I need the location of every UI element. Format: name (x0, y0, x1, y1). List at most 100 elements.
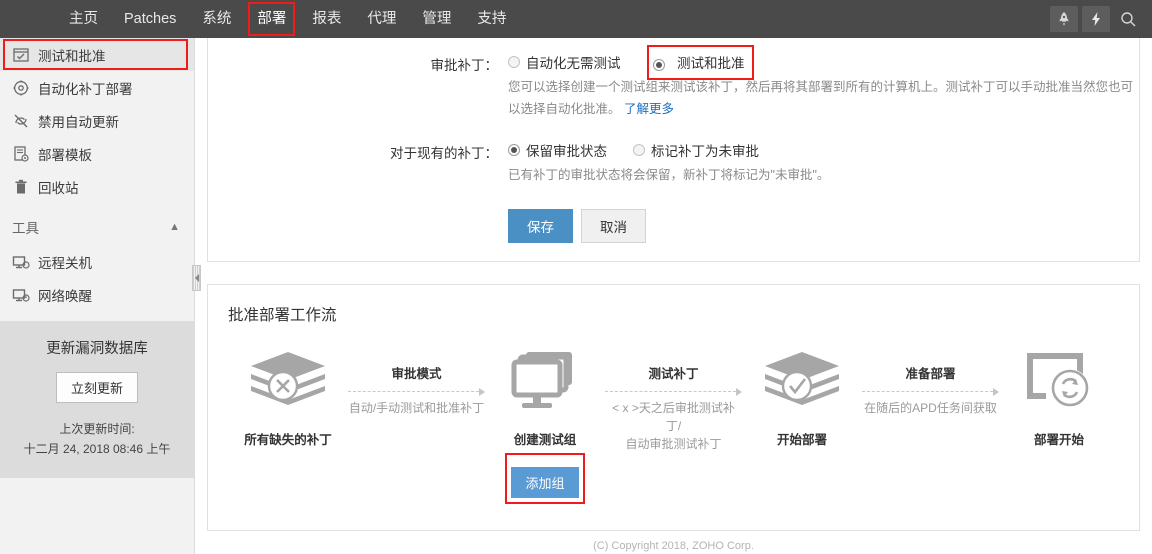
connector-sub: < x >天之后审批测试补丁/ 自动审批测试补丁 (612, 400, 735, 451)
approval-settings-card: 审批补丁： 自动化无需测试 测试和批准 您可以选择创建一个测试组来测试该补丁，然… (207, 38, 1140, 262)
workflow-node-label: 所有缺失的补丁 (244, 432, 332, 447)
rocket-icon[interactable] (1050, 6, 1078, 32)
vulnerability-db-panel: 更新漏洞数据库 立刻更新 上次更新时间: 十二月 24, 2018 08:46 … (0, 321, 194, 478)
sidebar-item-4[interactable]: 回收站 (0, 170, 194, 203)
workflow-card: 批准部署工作流 所有缺失的补丁 审批模式 自动/手动测试和批准补丁 创建测试组 … (207, 283, 1140, 531)
nav-items: 主页 Patches 系统 部署 报表 代理 管理 支持 (56, 0, 519, 38)
sidebar-item-label: 测试和批准 (38, 48, 106, 64)
sidebar-item-2[interactable]: 禁用自动更新 (0, 104, 194, 137)
last-update-block: 上次更新时间: 十二月 24, 2018 08:46 上午 (10, 419, 184, 460)
learn-more-link[interactable]: 了解更多 (624, 102, 674, 116)
workflow-diagram: 所有缺失的补丁 审批模式 自动/手动测试和批准补丁 创建测试组 添加组 测试补丁 … (228, 347, 1119, 504)
workflow-node-label: 部署开始 (1033, 432, 1084, 447)
nav-item-2[interactable]: 系统 (189, 0, 244, 38)
workflow-node-2: 开始部署 (742, 347, 862, 449)
approve-patches-label: 审批补丁： (430, 58, 499, 73)
workflow-node-label: 开始部署 (776, 432, 827, 447)
existing-patches-options: 保留审批状态 标记补丁为未审批 (508, 139, 1139, 161)
nav-item-6[interactable]: 管理 (409, 0, 464, 38)
radio-test-and-approve[interactable] (652, 58, 665, 71)
arrow-right-icon (348, 387, 485, 397)
nav-item-7[interactable]: 支持 (464, 0, 519, 38)
chevron-up-icon: ▲ (169, 221, 180, 233)
monitor-sync-icon (1016, 347, 1102, 421)
nav-item-5[interactable]: 代理 (354, 0, 409, 38)
connector-title: 准备部署 (905, 366, 956, 381)
last-update-value: 十二月 24, 2018 08:46 上午 (23, 442, 171, 457)
update-now-button[interactable]: 立刻更新 (55, 372, 138, 403)
approve-patches-row: 审批补丁： 自动化无需测试 测试和批准 您可以选择创建一个测试组来测试该补丁，然… (208, 44, 1139, 121)
radio-auto-no-test[interactable] (508, 56, 520, 68)
workflow-title: 批准部署工作流 (228, 306, 337, 324)
save-button[interactable]: 保存 (508, 208, 573, 243)
sidebar-item-label: 自动化补丁部署 (38, 81, 133, 97)
form-button-row: 保存 取消 (208, 208, 1139, 243)
radio-mark-unapproved-label[interactable]: 标记补丁为未审批 (651, 140, 759, 160)
radio-retain-status[interactable] (508, 143, 520, 156)
top-navigation-bar: 主页 Patches 系统 部署 报表 代理 管理 支持 (0, 0, 1152, 38)
workflow-node-3: 部署开始 (999, 347, 1119, 449)
monitor-wake-icon (12, 286, 34, 304)
approve-patches-field: 自动化无需测试 测试和批准 您可以选择创建一个测试组来测试该补丁，然后再将其部署… (498, 44, 1139, 121)
lightning-icon[interactable] (1082, 6, 1110, 32)
monitor-stack-icon (502, 347, 588, 421)
radio-test-and-approve-label[interactable]: 测试和批准 (677, 56, 745, 71)
nav-item-1[interactable]: Patches (111, 0, 189, 38)
no-refresh-icon (12, 112, 34, 130)
workflow-connector-2: 准备部署 在随后的APD任务间获取 (862, 347, 999, 417)
connector-sub: 在随后的APD任务间获取 (864, 400, 997, 415)
nav-item-0[interactable]: 主页 (56, 0, 111, 38)
existing-patches-help: 已有补丁的审批状态将会保留，新补丁将标记为"未审批"。 (508, 167, 830, 182)
radio-auto-no-test-label[interactable]: 自动化无需测试 (526, 52, 621, 72)
nav-right-icons (1050, 6, 1152, 32)
footer-copyright: (C) Copyright 2018, ZOHO Corp. (593, 540, 754, 552)
sidebar-item-0[interactable]: 测试和批准 (0, 38, 194, 71)
connector-sub: 自动/手动测试和批准补丁 (348, 400, 485, 415)
approve-patches-help: 您可以选择创建一个测试组来测试该补丁，然后再将其部署到所有的计算机上。测试补丁可… (508, 77, 1138, 121)
app-root: 主页 Patches 系统 部署 报表 代理 管理 支持 测试和批准 自动化补丁… (0, 0, 1152, 554)
add-group-button[interactable]: 添加组 (511, 466, 579, 498)
nav-item-4[interactable]: 报表 (299, 0, 354, 38)
sidebar-group-tools[interactable]: 工具 ▲ (0, 209, 194, 245)
arrow-right-icon (605, 387, 742, 397)
cancel-button[interactable]: 取消 (581, 208, 646, 243)
sidebar-item-1[interactable]: 自动化补丁部署 (0, 71, 194, 104)
document-gear-icon (12, 145, 34, 163)
add-group-highlight: 添加组 (505, 452, 585, 504)
nav-item-3[interactable]: 部署 (244, 0, 299, 38)
radio-test-approve-highlight: 测试和批准 (646, 44, 755, 80)
sidebar-items: 测试和批准 自动化补丁部署 禁用自动更新 部署模板 回收站 (0, 38, 194, 203)
connector-title: 审批模式 (391, 366, 442, 381)
workflow-node-1: 创建测试组 添加组 (485, 347, 605, 504)
sidebar-tool-label: 远程关机 (38, 255, 92, 271)
sidebar-collapse-handle[interactable] (192, 265, 201, 291)
main-content: 审批补丁： 自动化无需测试 测试和批准 您可以选择创建一个测试组来测试该补丁，然… (195, 38, 1152, 554)
sidebar-item-3[interactable]: 部署模板 (0, 137, 194, 170)
sidebar-tool-0[interactable]: 远程关机 (0, 245, 194, 278)
existing-patches-row: 对于现有的补丁： 保留审批状态 标记补丁为未审批 已有补丁的审批状态将会保留，新… (208, 139, 1139, 187)
last-update-label: 上次更新时间: (59, 422, 135, 436)
sidebar-group-label: 工具 (12, 221, 39, 236)
sidebar-tool-1[interactable]: 网络唤醒 (0, 278, 194, 311)
approve-patches-help-text: 您可以选择创建一个测试组来测试该补丁，然后再将其部署到所有的计算机上。测试补丁可… (508, 80, 1134, 116)
sidebar: 测试和批准 自动化补丁部署 禁用自动更新 部署模板 回收站 工具 ▲ 远程关机 … (0, 38, 195, 554)
layers-x-icon (245, 347, 331, 421)
approve-patches-options: 自动化无需测试 测试和批准 (508, 44, 1139, 80)
radio-retain-status-label[interactable]: 保留审批状态 (526, 140, 607, 160)
vuln-db-title: 更新漏洞数据库 (46, 341, 148, 357)
workflow-connector-0: 审批模式 自动/手动测试和批准补丁 (348, 347, 485, 417)
sidebar-tool-items: 远程关机 网络唤醒 (0, 245, 194, 311)
sidebar-item-label: 回收站 (38, 180, 79, 196)
workflow-node-0: 所有缺失的补丁 (228, 347, 348, 449)
search-icon[interactable] (1114, 6, 1142, 32)
checkbox-window-icon (12, 46, 34, 64)
workflow-connector-1: 测试补丁 < x >天之后审批测试补丁/ 自动审批测试补丁 (605, 347, 742, 453)
sidebar-item-label: 禁用自动更新 (38, 114, 119, 130)
monitor-power-icon (12, 253, 34, 271)
connector-title: 测试补丁 (648, 366, 699, 381)
radio-mark-unapproved[interactable] (633, 143, 645, 156)
layers-check-icon (759, 347, 845, 421)
gear-clock-icon (12, 79, 34, 97)
sidebar-item-label: 部署模板 (38, 147, 92, 163)
arrow-right-icon (862, 387, 999, 397)
